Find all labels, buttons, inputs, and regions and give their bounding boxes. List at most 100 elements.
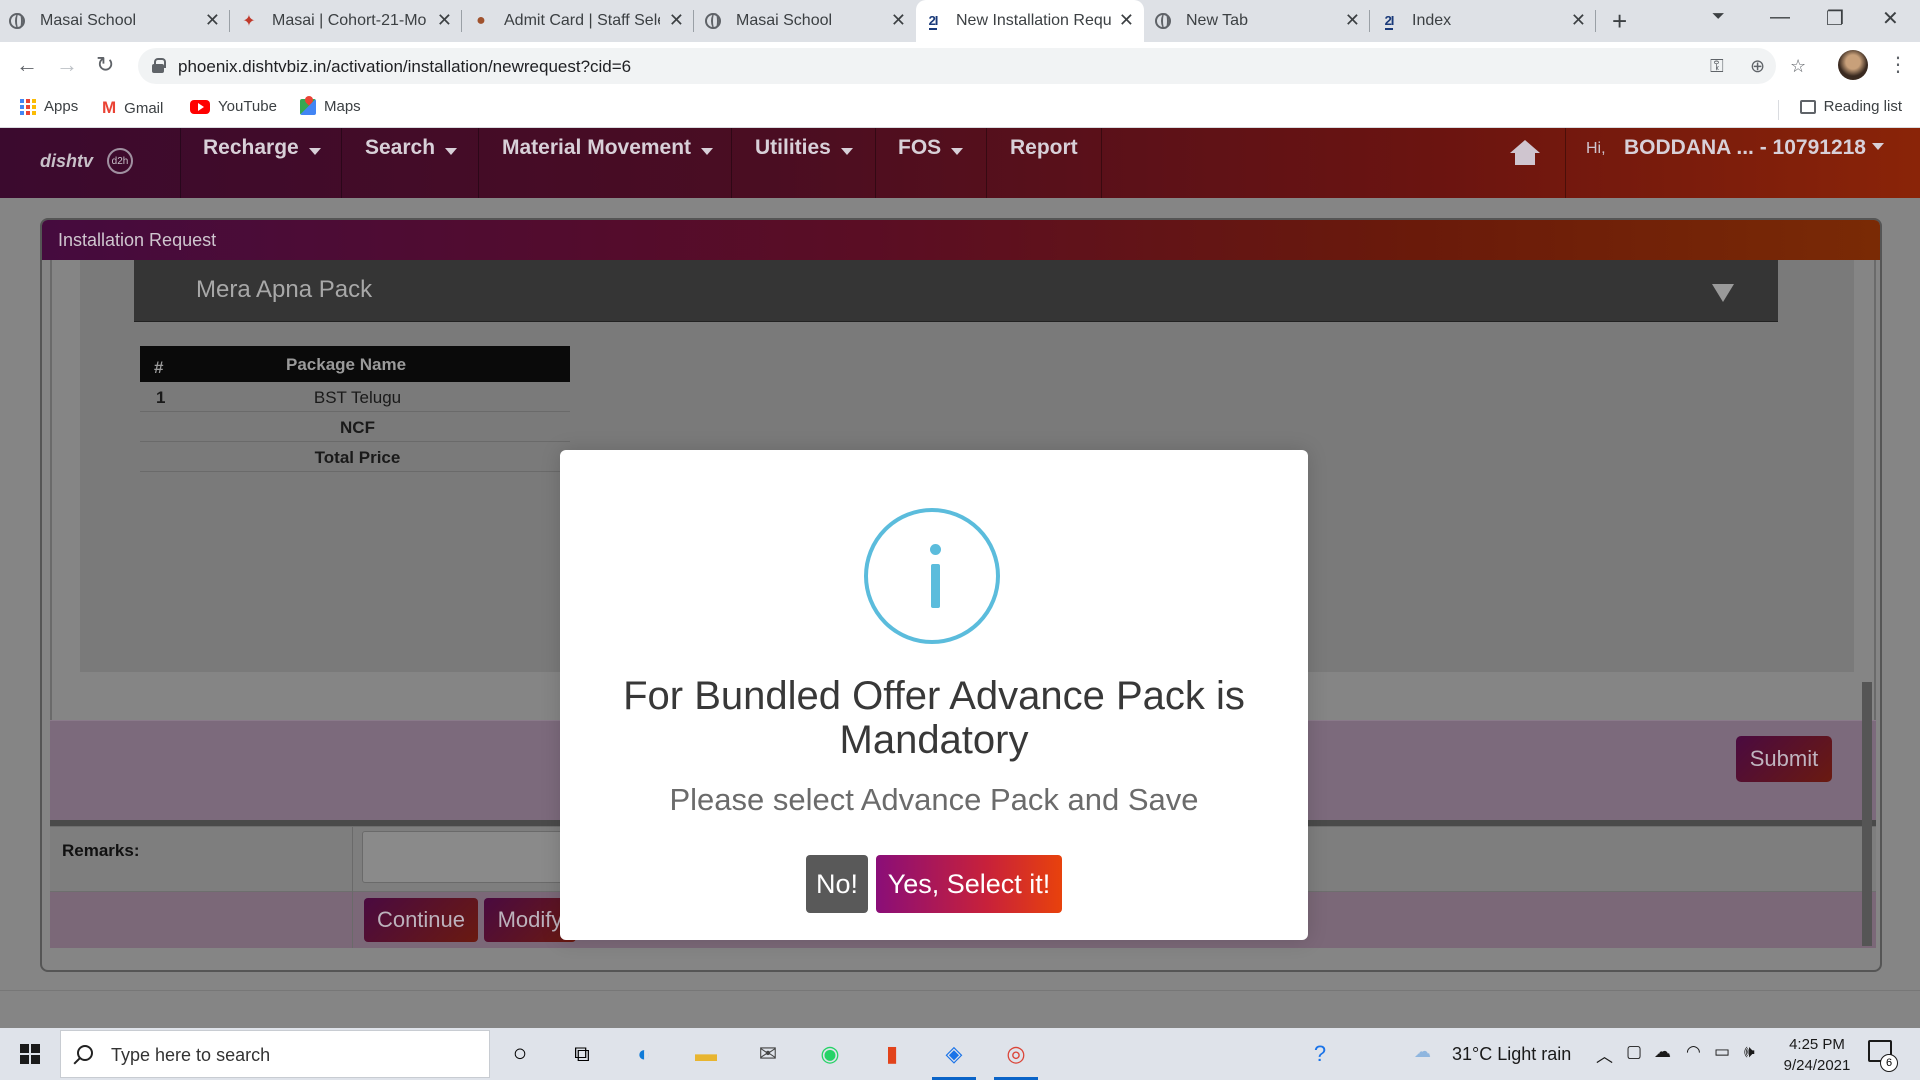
remarks-label: Remarks: xyxy=(62,841,140,860)
d2h-icon: 2I xyxy=(928,12,938,30)
reading-list[interactable]: Reading list xyxy=(1799,98,1902,115)
minimize-icon[interactable]: — xyxy=(1770,6,1790,29)
panel-title: Installation Request xyxy=(58,230,217,250)
bookmark-gmail[interactable]: M Gmail xyxy=(102,98,163,118)
lock-icon[interactable] xyxy=(152,58,166,73)
site-logo[interactable]: dishtv d2h xyxy=(40,148,134,174)
page-viewport: dishtv d2h Recharge Search Material Move… xyxy=(0,128,1920,1028)
taskbar-search[interactable]: Type here to search xyxy=(60,1030,490,1078)
clock-time: 4:25 PM xyxy=(1789,1036,1845,1053)
menu-fos[interactable]: FOS xyxy=(898,128,964,198)
menu-material-movement[interactable]: Material Movement xyxy=(502,128,714,198)
onedrive-icon[interactable]: ☁ xyxy=(1654,1042,1671,1062)
emblem-icon: ● xyxy=(476,12,486,29)
office-icon[interactable]: ▮ xyxy=(876,1038,908,1070)
whatsapp-icon[interactable]: ◉ xyxy=(814,1038,846,1070)
caret-down-icon xyxy=(840,148,853,155)
notification-count: 6 xyxy=(1880,1054,1898,1072)
url-text[interactable]: phoenix.dishtvbiz.in/activation/installa… xyxy=(178,57,631,77)
alert-dialog: For Bundled Offer Advance Pack is Mandat… xyxy=(560,450,1308,940)
key-icon[interactable]: ⚿ xyxy=(1710,56,1724,77)
address-bar[interactable]: phoenix.dishtvbiz.in/activation/installa… xyxy=(138,48,1806,84)
logo-text: dishtv xyxy=(40,150,94,171)
clock[interactable]: 4:25 PM 9/24/2021 xyxy=(1772,1034,1862,1076)
no-button[interactable]: No! xyxy=(806,855,868,913)
globe-icon xyxy=(704,12,722,30)
maps-icon xyxy=(300,98,316,115)
scrollbar[interactable] xyxy=(1862,682,1872,946)
window-close-icon[interactable]: ✕ xyxy=(1882,6,1899,31)
bookmark-maps[interactable]: Maps xyxy=(300,98,361,115)
close-icon[interactable]: ✕ xyxy=(669,10,684,31)
star-icon[interactable]: ☆ xyxy=(1790,56,1806,77)
tab-title: New Tab xyxy=(1186,12,1248,29)
triangle-down-icon[interactable] xyxy=(1712,284,1734,302)
forward-arrow-icon[interactable]: → xyxy=(56,52,78,78)
meet-icon[interactable]: ▢ xyxy=(1626,1042,1642,1062)
tab-new-tab[interactable]: New Tab ✕ xyxy=(1146,0,1370,42)
back-arrow-icon[interactable]: ← xyxy=(16,52,38,78)
close-icon[interactable]: ✕ xyxy=(891,10,906,31)
greeting: Hi, xyxy=(1586,140,1606,157)
tab-admit-card[interactable]: ● Admit Card | Staff Sele ✕ xyxy=(464,0,694,42)
close-icon[interactable]: ✕ xyxy=(205,10,220,31)
bookmark-youtube[interactable]: YouTube xyxy=(190,98,277,115)
browser-toolbar: ← → ↻ phoenix.dishtvbiz.in/activation/in… xyxy=(0,42,1920,90)
file-explorer-icon[interactable]: ▬ xyxy=(690,1038,722,1070)
app-icon[interactable]: ◈ xyxy=(938,1038,970,1070)
close-icon[interactable]: ✕ xyxy=(437,10,452,31)
close-icon[interactable]: ✕ xyxy=(1119,10,1134,31)
table-row: NCF xyxy=(140,412,570,442)
search-placeholder: Type here to search xyxy=(111,1045,271,1065)
more-menu-icon[interactable]: ⋮ xyxy=(1888,52,1908,77)
close-icon[interactable]: ✕ xyxy=(1345,10,1360,31)
reading-list-label: Reading list xyxy=(1823,98,1902,115)
tab-new-installation[interactable]: 2I New Installation Requ ✕ xyxy=(916,0,1144,42)
bookmark-apps[interactable]: Apps xyxy=(20,98,78,115)
new-tab-plus-icon[interactable]: + xyxy=(1612,6,1627,37)
task-view-icon[interactable]: ⧉ xyxy=(566,1038,598,1070)
profile-avatar[interactable] xyxy=(1838,50,1868,80)
chrome-taskbar-icon[interactable]: ◎ xyxy=(1000,1038,1032,1070)
battery-icon[interactable]: ▭ xyxy=(1714,1042,1730,1062)
windows-start-icon[interactable] xyxy=(20,1044,40,1064)
tab-search-icon[interactable]: ⏷ xyxy=(1712,8,1725,26)
submit-button[interactable]: Submit xyxy=(1736,736,1832,782)
weather-text[interactable]: 31°C Light rain xyxy=(1452,1044,1571,1065)
tab-title: Admit Card | Staff Sele xyxy=(504,12,660,29)
table-header: # Package Name xyxy=(140,346,570,382)
edge-icon[interactable]: ◐ xyxy=(628,1038,660,1070)
volume-icon[interactable]: 🕪 xyxy=(1744,1042,1755,1062)
menu-utilities[interactable]: Utilities xyxy=(755,128,853,198)
help-icon[interactable]: ? xyxy=(1304,1038,1336,1070)
yes-select-button[interactable]: Yes, Select it! xyxy=(876,855,1062,913)
package-table: # Package Name 1 BST Telugu NCF Total Pr… xyxy=(140,346,570,472)
tab-masai-school-2[interactable]: Masai School ✕ xyxy=(696,0,916,42)
d2h-logo: d2h xyxy=(107,148,134,174)
menu-recharge[interactable]: Recharge xyxy=(203,128,321,198)
mail-icon[interactable]: ✉ xyxy=(752,1038,784,1070)
wifi-icon[interactable]: ◠ xyxy=(1686,1042,1701,1062)
maximize-icon[interactable]: ❐ xyxy=(1826,6,1844,31)
continue-button[interactable]: Continue xyxy=(364,898,478,942)
pack-accordion[interactable]: Mera Apna Pack xyxy=(134,260,1778,322)
chevron-up-icon[interactable]: ︿ xyxy=(1596,1042,1613,1067)
close-icon[interactable]: ✕ xyxy=(1571,10,1586,31)
menu-search[interactable]: Search xyxy=(365,128,458,198)
table-row: Total Price xyxy=(140,442,570,472)
site-navbar: dishtv d2h Recharge Search Material Move… xyxy=(0,128,1920,198)
caret-down-icon xyxy=(701,148,714,155)
bookmark-label: YouTube xyxy=(218,98,277,115)
apps-grid-icon xyxy=(20,98,36,115)
home-icon[interactable] xyxy=(1510,140,1540,168)
cortana-icon[interactable]: ○ xyxy=(504,1038,536,1070)
menu-report[interactable]: Report xyxy=(1010,128,1078,198)
tab-masai-cohort[interactable]: ✦ Masai | Cohort-21-Mo ✕ xyxy=(232,0,462,42)
reload-icon[interactable]: ↻ xyxy=(96,52,114,78)
zoom-icon[interactable]: ⊕ xyxy=(1750,56,1765,77)
tab-masai-school-1[interactable]: Masai School ✕ xyxy=(0,0,230,42)
tab-title: Index xyxy=(1412,12,1452,29)
user-menu[interactable]: BODDANA ... - 10791218 xyxy=(1624,136,1884,160)
tab-index[interactable]: 2I Index ✕ xyxy=(1372,0,1596,42)
masai-icon: ✦ xyxy=(242,13,256,30)
